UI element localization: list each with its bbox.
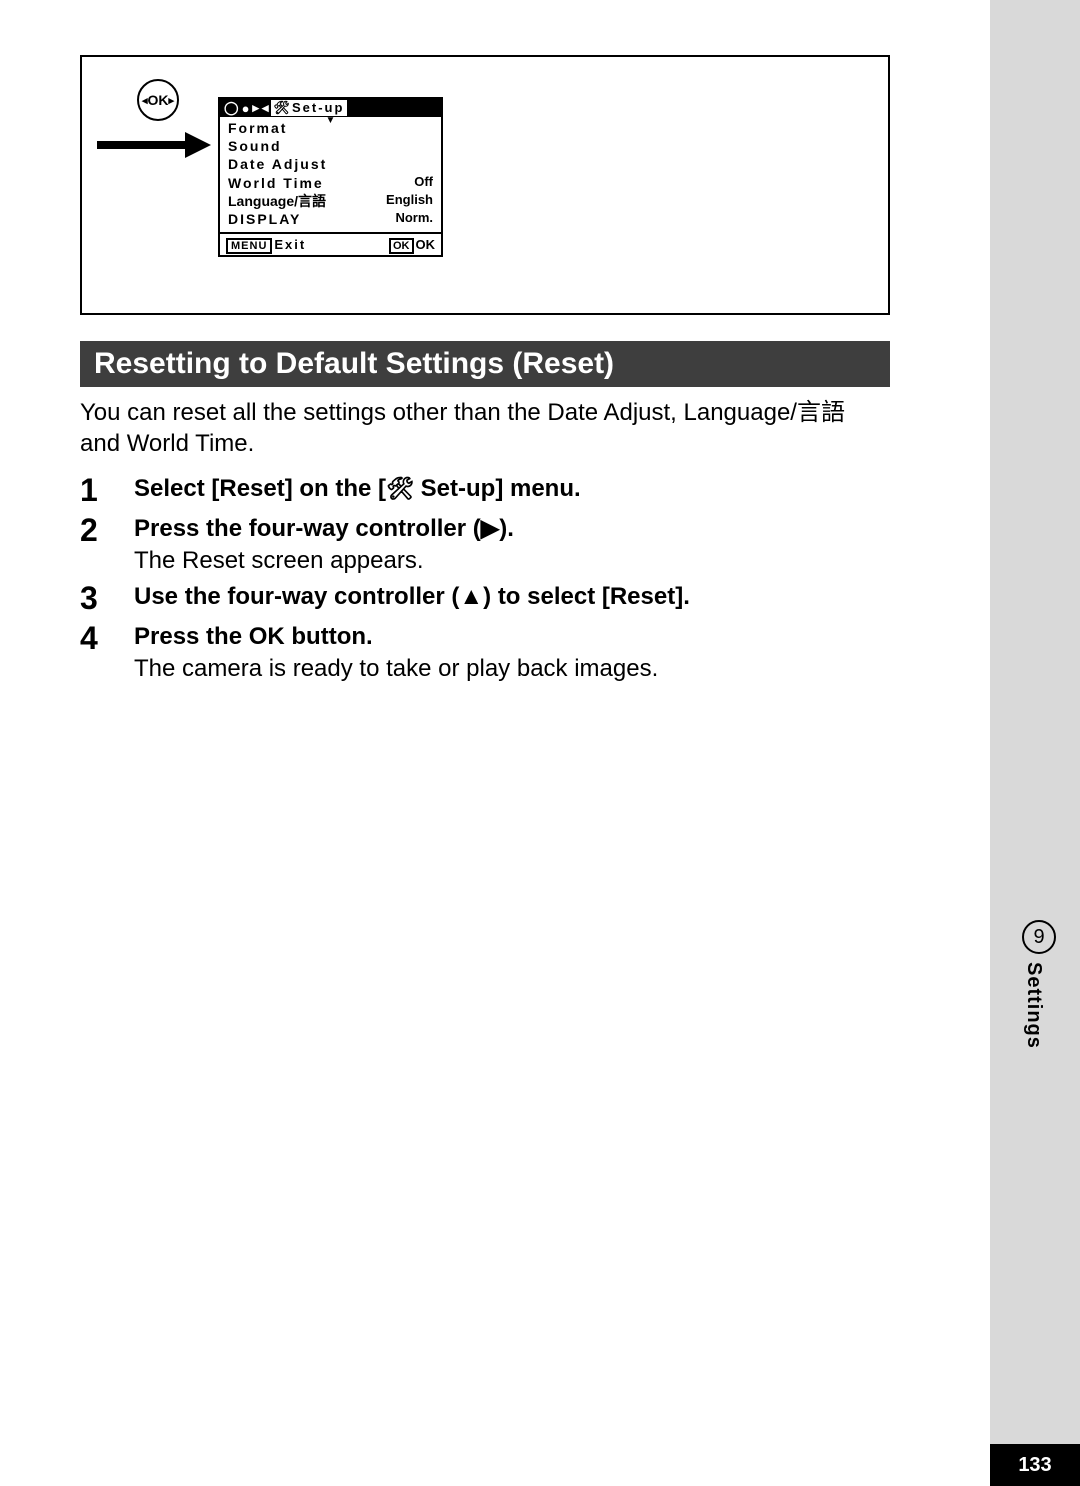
page-content: OK ◯ ● ▸ ◂ 🛠Set-up ▼ Format Sound Date A…	[80, 55, 890, 689]
step-4: 4 Press the OK button. The camera is rea…	[80, 621, 890, 686]
intro-paragraph: You can reset all the settings other tha…	[80, 397, 890, 459]
up-triangle-icon: ▲	[459, 583, 483, 610]
chevron-down-icon: ▼	[326, 115, 336, 126]
chapter-tab: 9 Settings	[1022, 920, 1056, 1049]
menu-item: Language/言語English	[228, 192, 433, 210]
step-3: 3 Use the four-way controller (▲) to sel…	[80, 581, 890, 616]
step-number: 4	[80, 621, 134, 686]
menu-item: DISPLAYNorm.	[228, 210, 433, 228]
lcd-title: Set-up	[292, 100, 344, 115]
chapter-label: Settings	[1022, 962, 1045, 1049]
chapter-number: 9	[1022, 920, 1056, 954]
menu-item: Sound	[228, 137, 433, 155]
side-band	[990, 0, 1080, 1486]
arrow-icon	[97, 135, 217, 155]
ok-label: OK	[148, 92, 169, 108]
steps-list: 1 Select [Reset] on the [🛠 Set-up] menu.…	[80, 473, 890, 685]
lcd-footer: MENUExit OKOK	[220, 234, 441, 255]
camera-lcd: ◯ ● ▸ ◂ 🛠Set-up ▼ Format Sound Date Adju…	[218, 97, 443, 257]
menu-item: Date Adjust	[228, 155, 433, 173]
step-1: 1 Select [Reset] on the [🛠 Set-up] menu.	[80, 473, 890, 508]
ok-ok: OKOK	[389, 237, 435, 252]
tools-icon: 🛠	[386, 476, 414, 501]
play-icon: ▸	[252, 100, 260, 116]
figure-box: OK ◯ ● ▸ ◂ 🛠Set-up ▼ Format Sound Date A…	[80, 55, 890, 315]
left-icon: ◂	[262, 100, 270, 116]
page-number: 133	[990, 1444, 1080, 1486]
step-number: 3	[80, 581, 134, 616]
step-sub: The camera is ready to take or play back…	[134, 653, 658, 685]
step-number: 2	[80, 513, 134, 578]
right-triangle-icon: ▶	[481, 515, 499, 542]
step-number: 1	[80, 473, 134, 508]
section-heading: Resetting to Default Settings (Reset)	[80, 341, 890, 387]
lcd-body: ▼ Format Sound Date Adjust World TimeOff…	[220, 117, 441, 234]
tools-icon: 🛠	[273, 100, 292, 115]
step-2: 2 Press the four-way controller (▶). The…	[80, 513, 890, 578]
menu-exit: MENUExit	[226, 237, 306, 252]
step-sub: The Reset screen appears.	[134, 545, 514, 577]
camera-icon: ◯	[224, 100, 240, 116]
record-icon: ●	[242, 101, 251, 116]
ok-button-diagram: OK	[137, 79, 179, 121]
menu-item: World TimeOff	[228, 174, 433, 192]
